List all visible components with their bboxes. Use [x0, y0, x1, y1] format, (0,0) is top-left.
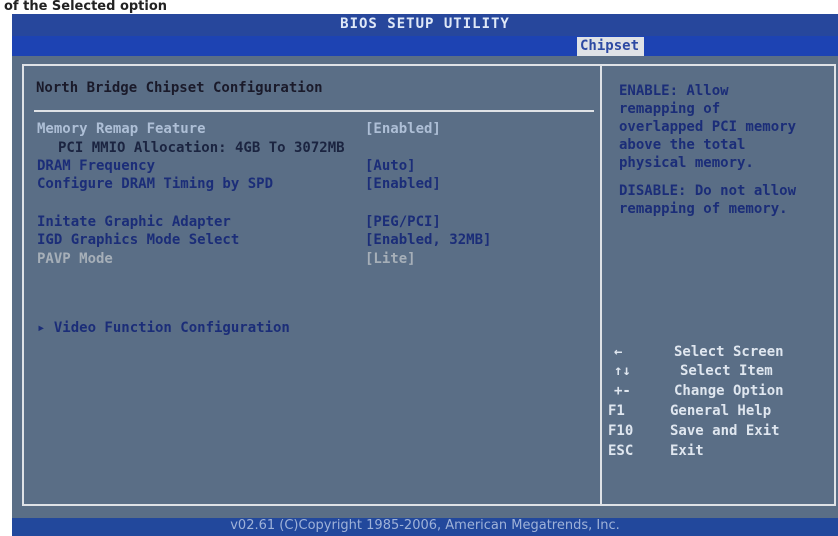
bios-title: BIOS SETUP UTILITY [12, 14, 838, 36]
key-description: Select Screen [674, 344, 784, 360]
key-label: F1 [608, 403, 625, 419]
setting-label: PAVP Mode [37, 251, 113, 267]
setting-label: PCI MMIO Allocation: 4GB To 3072MB [58, 140, 345, 156]
caption-text: of the Selected option [0, 0, 838, 14]
setting-label: Initate Graphic Adapter [37, 214, 231, 230]
key-label: F10 [608, 423, 634, 439]
copyright-footer: v02.61 (C)Copyright 1985-2006, American … [12, 518, 838, 536]
setting-value[interactable]: [Enabled] [365, 121, 441, 137]
key-description: Save and Exit [670, 423, 780, 439]
key-label: ESC [608, 443, 634, 459]
panel-divider [600, 66, 602, 504]
setting-value[interactable]: [PEG/PCI] [365, 214, 441, 230]
setting-label: Configure DRAM Timing by SPD [37, 176, 274, 192]
arrow-left-icon: ← [614, 344, 623, 360]
arrow-up-down-icon: ↑↓ [614, 363, 631, 379]
setting-value[interactable]: [Enabled] [365, 176, 441, 192]
setting-label: IGD Graphics Mode Select [37, 232, 240, 248]
key-description: Select Item [680, 363, 773, 379]
help-disable-text: DISABLE: Do not allow remapping of memor… [619, 183, 797, 217]
submenu-video-function[interactable]: ▸ Video Function Configuration [37, 320, 290, 336]
key-description: Exit [670, 443, 704, 459]
page-title: North Bridge Chipset Configuration [36, 80, 323, 96]
plus-minus-icon: +- [614, 383, 631, 399]
setting-value[interactable]: [Auto] [365, 158, 416, 174]
tab-chipset[interactable]: Chipset [577, 37, 644, 56]
key-description: Change Option [674, 383, 784, 399]
setting-value[interactable]: [Enabled, 32MB] [365, 232, 491, 248]
tab-row: Chipset [12, 36, 838, 56]
key-description: General Help [670, 403, 772, 419]
setting-label: Memory Remap Feature [37, 121, 206, 137]
setting-label: DRAM Frequency [37, 158, 156, 174]
help-enable-text: ENABLE: Allow remapping of overlapped PC… [619, 83, 797, 171]
title-divider [34, 110, 594, 112]
setting-value: [Lite] [365, 251, 416, 267]
